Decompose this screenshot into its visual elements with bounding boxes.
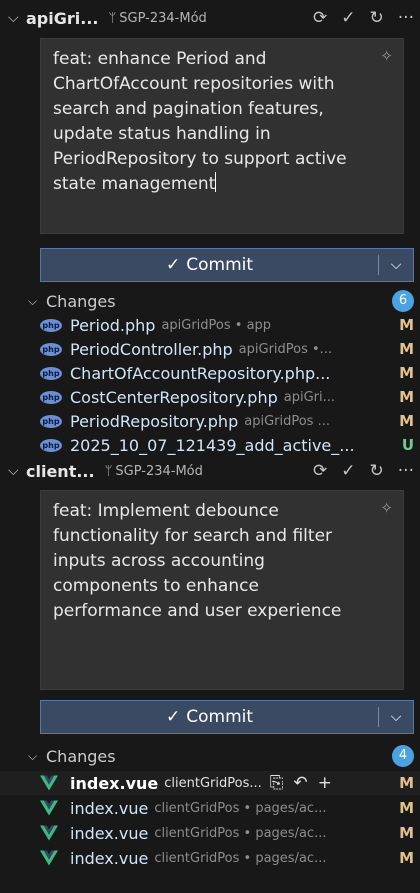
- file-name: index.vue: [70, 798, 149, 818]
- file-row[interactable]: index.vue clientGridPos • pages/ac... M: [0, 796, 420, 820]
- vue-icon: [40, 850, 58, 866]
- file-name: index.vue: [70, 848, 149, 868]
- php-icon: php: [40, 414, 62, 428]
- more-actions-icon[interactable]: ···: [398, 8, 414, 28]
- php-icon: php: [40, 318, 62, 332]
- php-icon: php: [40, 366, 62, 380]
- sync-icon[interactable]: ⟳: [313, 461, 327, 481]
- vue-icon: [40, 800, 58, 816]
- repo-name: apiGri...: [26, 8, 99, 28]
- status-modified: M: [399, 364, 414, 382]
- status-modified: M: [399, 388, 414, 406]
- commit-button-main[interactable]: ✓ Commit: [41, 255, 378, 275]
- file-row[interactable]: index.vue clientGridPos... ⎘ ↶ + M: [0, 771, 420, 795]
- file-path: clientGridPos...: [164, 775, 262, 791]
- status-modified: M: [399, 316, 414, 334]
- commit-check-icon[interactable]: ✓: [341, 8, 355, 28]
- refresh-icon[interactable]: ↻: [370, 8, 384, 28]
- file-name: index.vue: [70, 823, 149, 843]
- file-name: index.vue: [70, 773, 159, 793]
- changes-count-badge: 6: [392, 290, 414, 312]
- commit-message-text[interactable]: feat: enhance Period and ChartOfAccount …: [53, 49, 352, 194]
- status-modified: M: [399, 412, 414, 430]
- status-modified: M: [399, 849, 414, 867]
- file-name: 2025_10_07_121439_add_active_...: [70, 435, 355, 455]
- file-name: PeriodRepository.php: [70, 411, 239, 431]
- status-untracked: U: [401, 436, 414, 454]
- commit-message-input[interactable]: feat: enhance Period and ChartOfAccount …: [40, 38, 404, 234]
- file-path: clientGridPos • pages/ac...: [154, 825, 327, 841]
- branch-name: SGP-234-Mód: [115, 463, 203, 479]
- more-actions-icon[interactable]: ···: [398, 461, 414, 481]
- vue-icon: [40, 775, 58, 791]
- commit-check-icon[interactable]: ✓: [341, 461, 355, 481]
- php-icon: php: [40, 390, 62, 404]
- file-row[interactable]: php PeriodController.php apiGridPos •...…: [0, 337, 420, 361]
- file-row[interactable]: index.vue clientGridPos • pages/ac... M: [0, 821, 420, 845]
- chevron-down-icon[interactable]: ⌵: [28, 749, 46, 764]
- commit-button-api[interactable]: ✓ Commit ⌵: [40, 248, 414, 282]
- file-row[interactable]: php PeriodRepository.php apiGridPos ... …: [0, 409, 420, 433]
- check-icon: ✓: [165, 707, 181, 727]
- file-row[interactable]: php Period.php apiGridPos • app M: [0, 313, 420, 337]
- changes-group-header[interactable]: ⌵ Changes 6: [0, 289, 420, 313]
- git-branch-icon: ᛘ: [108, 10, 117, 26]
- file-path: clientGridPos • pages/ac...: [154, 850, 327, 866]
- file-path: apiGridPos •...: [238, 341, 333, 357]
- commit-button-client[interactable]: ✓ Commit ⌵: [40, 700, 414, 734]
- file-row[interactable]: php CostCenterRepository.php apiGri... M: [0, 385, 420, 409]
- chevron-down-icon[interactable]: ⌵: [379, 257, 413, 273]
- changes-group-header[interactable]: ⌵ Changes 4: [0, 744, 420, 768]
- branch-indicator[interactable]: ᛘ SGP-234-Mód: [105, 464, 203, 479]
- chevron-down-icon[interactable]: ⌵: [28, 294, 46, 309]
- git-branch-icon: ᛘ: [104, 463, 113, 479]
- changes-label: Changes: [46, 746, 116, 766]
- repo-header-client[interactable]: ⌵ client... ᛘ SGP-234-Mód ⟳ ✓ ↻ ···: [0, 455, 420, 487]
- commit-button-main[interactable]: ✓ Commit: [41, 707, 378, 727]
- refresh-icon[interactable]: ↻: [370, 461, 384, 481]
- chevron-down-icon[interactable]: ⌵: [8, 10, 26, 26]
- commit-message-text[interactable]: feat: Implement debounce functionality f…: [53, 501, 341, 621]
- commit-message-input[interactable]: feat: Implement debounce functionality f…: [40, 490, 404, 690]
- repo-name: client...: [26, 461, 95, 481]
- commit-label: Commit: [186, 255, 254, 275]
- changes-count-badge: 4: [392, 745, 414, 767]
- file-name: ChartOfAccountRepository.php...: [70, 363, 331, 383]
- file-row[interactable]: index.vue clientGridPos • pages/ac... M: [0, 846, 420, 870]
- vue-icon: [40, 825, 58, 841]
- file-row[interactable]: php ChartOfAccountRepository.php... M: [0, 361, 420, 385]
- file-name: CostCenterRepository.php: [70, 387, 278, 407]
- file-path: clientGridPos • pages/ac...: [154, 800, 327, 816]
- branch-name: SGP-234-Mód: [119, 10, 207, 26]
- sparkle-icon[interactable]: ✧: [380, 499, 393, 517]
- php-icon: php: [40, 438, 62, 452]
- stage-changes-icon[interactable]: +: [318, 773, 332, 793]
- chevron-down-icon[interactable]: ⌵: [379, 709, 413, 725]
- text-cursor: [215, 172, 217, 192]
- status-modified: M: [399, 824, 414, 842]
- chevron-down-icon[interactable]: ⌵: [8, 463, 26, 479]
- file-path: apiGridPos • app: [161, 317, 272, 333]
- file-row[interactable]: php 2025_10_07_121439_add_active_... U: [0, 433, 420, 457]
- file-path: apiGridPos ...: [244, 413, 330, 429]
- php-icon: php: [40, 342, 62, 356]
- open-file-icon[interactable]: ⎘: [270, 773, 284, 793]
- check-icon: ✓: [165, 255, 181, 275]
- sync-icon[interactable]: ⟳: [313, 8, 327, 28]
- file-name: Period.php: [70, 315, 156, 335]
- changes-label: Changes: [46, 291, 116, 311]
- status-modified: M: [399, 799, 414, 817]
- branch-indicator[interactable]: ᛘ SGP-234-Mód: [108, 11, 206, 26]
- status-modified: M: [399, 340, 414, 358]
- repo-header-api[interactable]: ⌵ apiGri... ᛘ SGP-234-Mód ⟳ ✓ ↻ ···: [0, 2, 420, 34]
- status-modified: M: [399, 774, 414, 792]
- commit-label: Commit: [186, 707, 254, 727]
- file-name: PeriodController.php: [70, 339, 233, 359]
- sparkle-icon[interactable]: ✧: [380, 47, 393, 65]
- discard-changes-icon[interactable]: ↶: [293, 773, 307, 793]
